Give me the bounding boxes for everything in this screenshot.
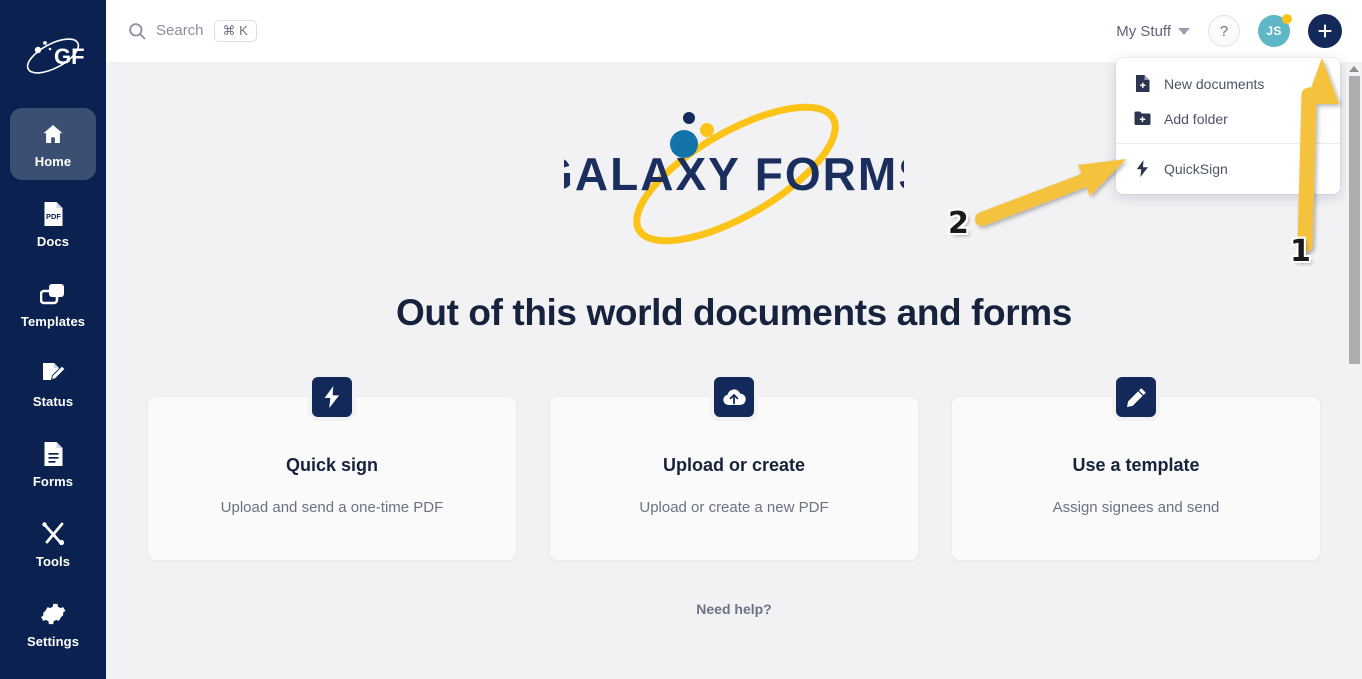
menu-item-quicksign[interactable]: QuickSign xyxy=(1116,151,1340,186)
app-root: GF Home PDF Docs Templates Status Forms … xyxy=(0,0,1362,679)
cloud-upload-icon xyxy=(710,373,758,421)
page-title: Out of this world documents and forms xyxy=(396,292,1072,333)
sidebar-item-templates[interactable]: Templates xyxy=(10,268,96,340)
question-mark-icon: ? xyxy=(1219,22,1229,40)
sidebar-item-label: Home xyxy=(34,153,72,169)
sidebar-item-settings[interactable]: Settings xyxy=(10,588,96,660)
search-icon xyxy=(128,22,146,40)
pdf-file-icon: PDF xyxy=(39,200,67,228)
search-placeholder: Search xyxy=(156,22,204,40)
header-actions: My Stuff ? JS xyxy=(1116,14,1342,48)
scrollbar-thumb[interactable] xyxy=(1349,76,1360,364)
my-stuff-label: My Stuff xyxy=(1116,22,1171,40)
new-document-icon xyxy=(1134,75,1151,92)
menu-divider xyxy=(1116,143,1340,144)
sidebar-item-label: Tools xyxy=(35,553,71,569)
sidebar-item-label: Templates xyxy=(20,313,86,329)
pencil-icon xyxy=(1112,373,1160,421)
home-icon xyxy=(39,120,67,148)
sidebar-item-docs[interactable]: PDF Docs xyxy=(10,188,96,260)
menu-item-label: New documents xyxy=(1164,75,1265,92)
card-use-a-template[interactable]: Use a template Assign signees and send xyxy=(951,373,1321,561)
scroll-up-arrow-icon[interactable] xyxy=(1349,66,1359,72)
sidebar-item-forms[interactable]: Forms xyxy=(10,428,96,500)
top-header: Search ⌘ K My Stuff ? JS xyxy=(106,0,1362,62)
card-upload-or-create[interactable]: Upload or create Upload or create a new … xyxy=(549,373,919,561)
search-shortcut-badge: ⌘ K xyxy=(213,19,257,43)
card-quick-sign[interactable]: Quick sign Upload and send a one-time PD… xyxy=(147,373,517,561)
sidebar-item-label: Forms xyxy=(32,473,74,489)
lightning-bolt-icon xyxy=(308,373,356,421)
sidebar-logo[interactable]: GF xyxy=(0,8,106,108)
search-input[interactable]: Search ⌘ K xyxy=(128,19,257,43)
need-help-link[interactable]: Need help? xyxy=(106,601,1362,617)
menu-item-label: QuickSign xyxy=(1164,160,1228,177)
notification-dot-icon xyxy=(1282,14,1292,24)
gear-icon xyxy=(39,600,67,628)
svg-text:PDF: PDF xyxy=(46,212,61,221)
signature-icon xyxy=(39,360,67,388)
sidebar-item-home[interactable]: Home xyxy=(10,108,96,180)
svg-text:GALAXY FORMS: GALAXY FORMS xyxy=(564,148,904,200)
chevron-down-icon xyxy=(1178,27,1190,35)
plus-button[interactable] xyxy=(1308,14,1342,48)
card-subtitle: Assign signees and send xyxy=(1052,499,1220,516)
avatar-initials: JS xyxy=(1266,24,1282,38)
annotation-number-2: 2 xyxy=(948,206,969,241)
document-icon xyxy=(39,440,67,468)
sidebar-item-label: Docs xyxy=(36,233,70,249)
sidebar-item-label: Settings xyxy=(26,633,80,649)
action-cards: Quick sign Upload and send a one-time PD… xyxy=(106,373,1362,561)
menu-item-label: Add folder xyxy=(1164,110,1228,127)
sidebar-item-tools[interactable]: Tools xyxy=(10,508,96,580)
annotation-number-1: 1 xyxy=(1290,234,1311,269)
avatar[interactable]: JS xyxy=(1258,14,1292,47)
svg-text:GF: GF xyxy=(54,44,85,69)
card-subtitle: Upload or create a new PDF xyxy=(639,499,829,516)
add-folder-icon xyxy=(1134,110,1151,127)
vertical-scrollbar[interactable] xyxy=(1346,62,1362,679)
lightning-bolt-icon xyxy=(1134,160,1151,177)
card-title: Use a template xyxy=(1072,455,1200,475)
help-button[interactable]: ? xyxy=(1208,15,1240,47)
card-subtitle: Upload and send a one-time PDF xyxy=(220,499,444,516)
sidebar-item-status[interactable]: Status xyxy=(10,348,96,420)
my-stuff-dropdown[interactable]: My Stuff xyxy=(1116,23,1190,40)
templates-icon xyxy=(39,280,67,308)
sidebar-item-label: Status xyxy=(32,393,74,409)
menu-item-new-documents[interactable]: New documents xyxy=(1116,66,1340,101)
content-area: Search ⌘ K My Stuff ? JS New documents A… xyxy=(106,0,1362,679)
card-title: Quick sign xyxy=(285,455,379,475)
create-dropdown-menu: New documents Add folder QuickSign xyxy=(1116,58,1340,194)
card-title: Upload or create xyxy=(662,455,806,475)
sidebar: GF Home PDF Docs Templates Status Forms … xyxy=(0,0,106,679)
plus-icon xyxy=(1317,23,1333,39)
tools-icon xyxy=(39,520,67,548)
menu-item-add-folder[interactable]: Add folder xyxy=(1116,101,1340,136)
